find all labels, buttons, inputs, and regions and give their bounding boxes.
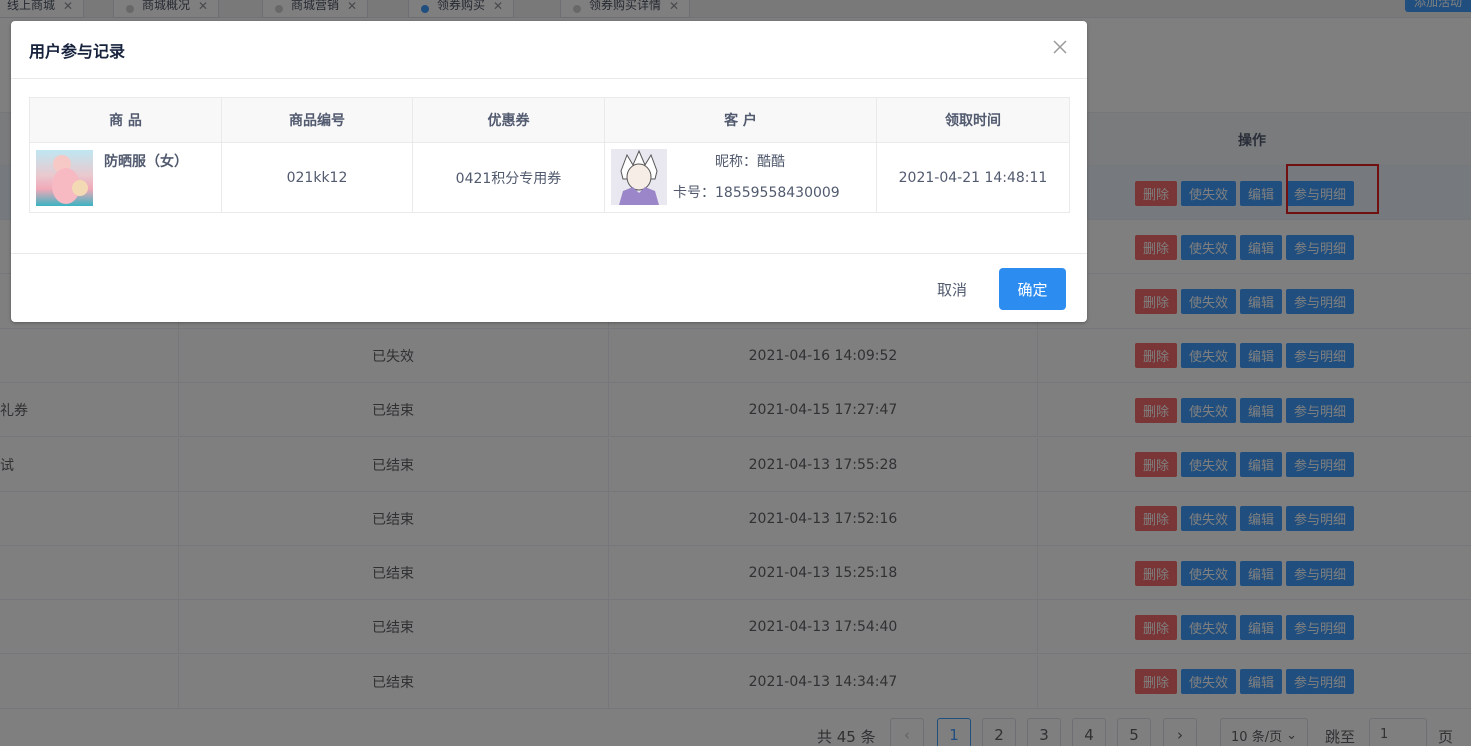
customer-nickname: 昵称：酷酷: [715, 154, 785, 170]
column-header-receive-time: 领取时间: [876, 97, 1070, 143]
column-header-coupon: 优惠券: [412, 97, 605, 143]
product-name: 防晒服（女）: [104, 154, 188, 170]
dialog-footer: 取消 确定: [11, 253, 1087, 322]
coupon-cell: 0421积分专用券: [412, 142, 605, 213]
dialog-title: 用户参与记录: [29, 42, 126, 61]
participation-table: 商 品 商品编号 优惠券 客 户 领取时间 防晒服（女） 021kk12 042…: [29, 97, 1070, 213]
column-header-goods-no: 商品编号: [221, 97, 413, 143]
close-icon[interactable]: [1051, 38, 1069, 56]
customer-card-number: 卡号：18559558430009: [673, 185, 840, 201]
table-row: 防晒服（女） 021kk12 0421积分专用券 昵称：酷酷 卡号：185595…: [29, 142, 1070, 213]
product-image: [36, 150, 93, 206]
dialog-header: 用户参与记录: [11, 21, 1087, 79]
column-header-customer: 客 户: [604, 97, 877, 143]
confirm-button[interactable]: 确定: [999, 268, 1066, 310]
participation-record-dialog: 用户参与记录 商 品 商品编号 优惠券 客 户 领取时间 防晒服（女） 021k…: [11, 21, 1087, 322]
goods-cell: 防晒服（女）: [29, 142, 222, 213]
cancel-button[interactable]: 取消: [923, 268, 981, 310]
table-header-row: 商 品 商品编号 优惠券 客 户 领取时间: [29, 97, 1070, 143]
goods-no-cell: 021kk12: [221, 142, 413, 213]
customer-cell: 昵称：酷酷 卡号：18559558430009: [604, 142, 877, 213]
column-header-goods: 商 品: [29, 97, 222, 143]
dialog-body: 商 品 商品编号 优惠券 客 户 领取时间 防晒服（女） 021kk12 042…: [29, 97, 1070, 213]
avatar: [611, 149, 667, 205]
receive-time-cell: 2021-04-21 14:48:11: [876, 142, 1070, 213]
